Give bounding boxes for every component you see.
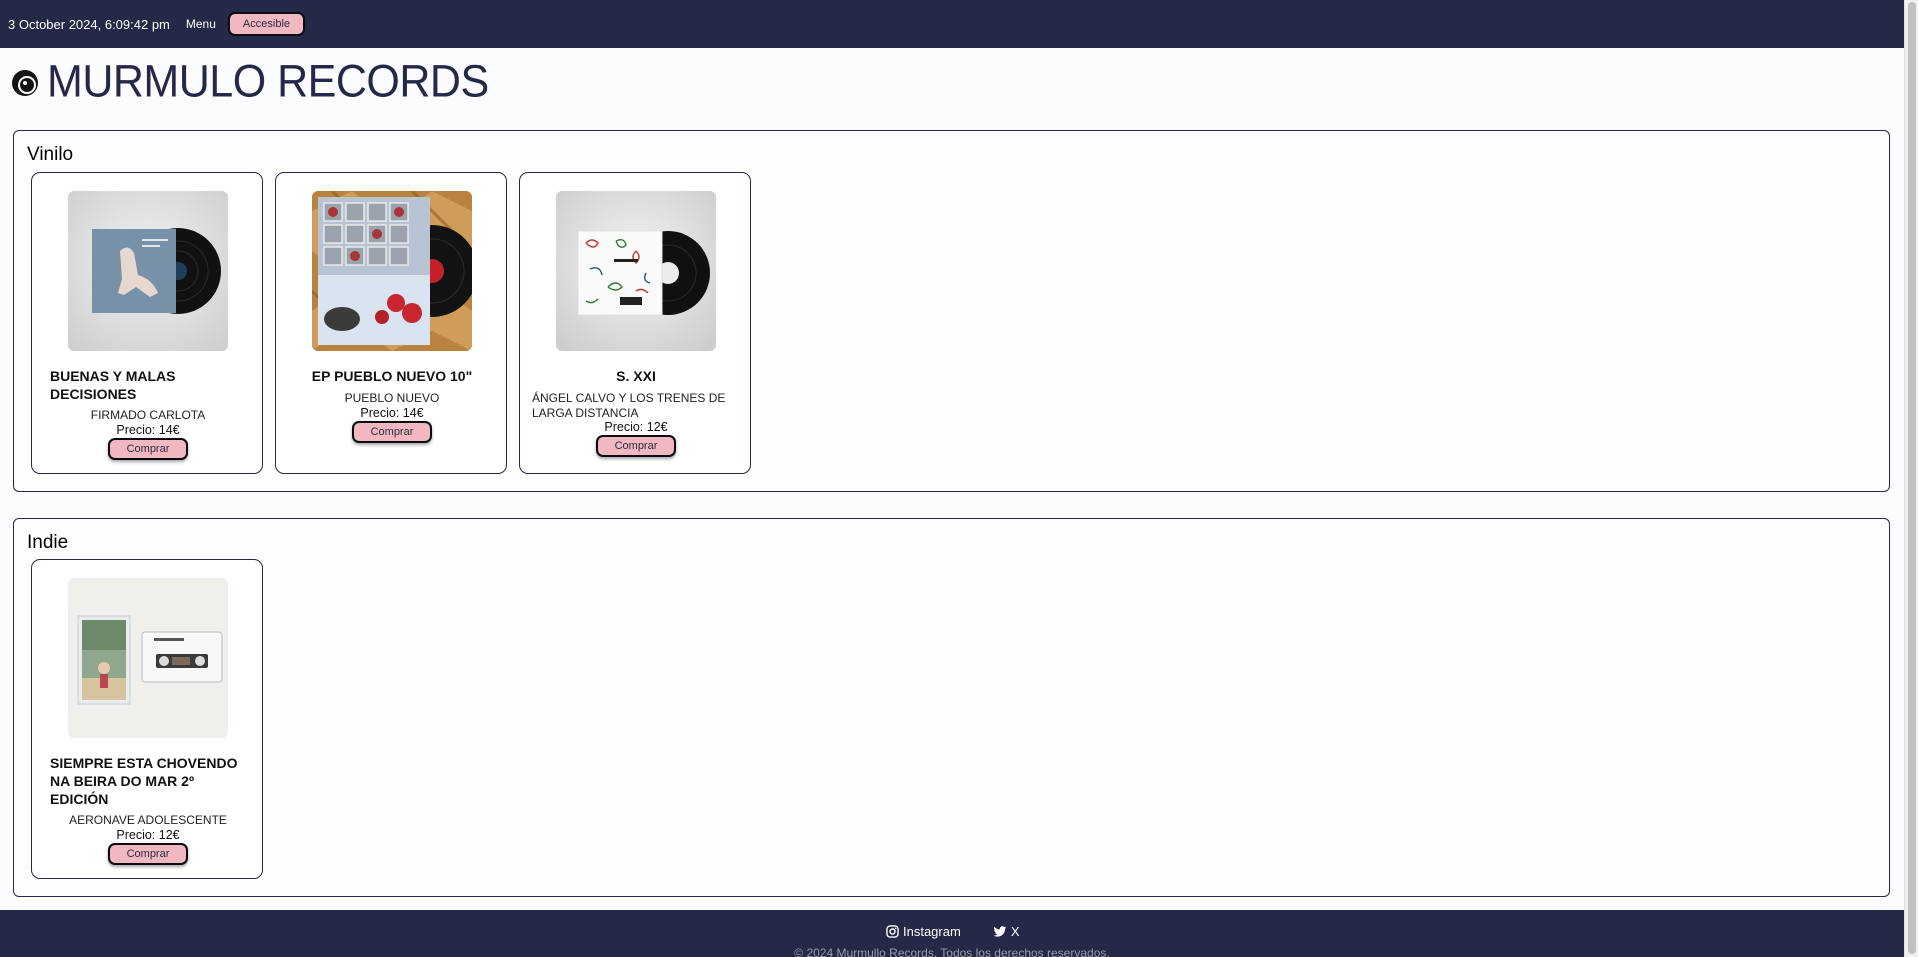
product-price: Precio: 14€ <box>360 406 424 420</box>
album-cover-image[interactable] <box>312 191 472 351</box>
instagram-icon <box>886 925 899 938</box>
product-card: EP PUEBLO NUEVO 10" PUEBLO NUEVO Precio:… <box>275 172 507 474</box>
social-links: Instagram X <box>886 924 1051 939</box>
album-cover-image[interactable] <box>68 191 228 351</box>
buy-button[interactable]: Comprar <box>352 421 432 443</box>
product-price: Precio: 12€ <box>116 828 180 842</box>
section-title: Indie <box>27 532 69 553</box>
instagram-link[interactable]: Instagram <box>886 924 961 939</box>
top-bar: 3 October 2024, 6:09:42 pm Menu Accesibl… <box>0 0 1904 48</box>
product-price: Precio: 12€ <box>604 420 668 434</box>
buy-button[interactable]: Comprar <box>596 435 676 457</box>
instagram-label: Instagram <box>903 924 961 939</box>
section-title: Vinilo <box>27 144 74 165</box>
product-name: EP PUEBLO NUEVO 10" <box>311 368 473 384</box>
x-label: X <box>1010 924 1020 939</box>
product-artist: PUEBLO NUEVO <box>344 391 440 405</box>
product-card: S. XXI ÁNGEL CALVO Y LOS TRENES DE LARGA… <box>519 172 751 474</box>
site-title: MURMULO RECORDS <box>47 56 489 108</box>
product-price: Precio: 14€ <box>116 423 180 437</box>
product-card: SIEMPRE ESTA CHOVENDO NA BEIRA DO MAR 2º… <box>31 559 263 879</box>
scrollbar-thumb[interactable] <box>1908 2 1916 954</box>
product-artist: ÁNGEL CALVO Y LOS TRENES DE LARGA DISTAN… <box>532 391 726 420</box>
product-card: BUENAS Y MALAS DECISIONES FIRMADO CARLOT… <box>31 172 263 474</box>
vinyl-record-icon <box>12 69 38 96</box>
buy-button[interactable]: Comprar <box>108 843 188 865</box>
page-scrollbar[interactable] <box>1904 0 1918 957</box>
x-link[interactable]: X <box>993 924 1020 939</box>
product-name: S. XXI <box>616 368 656 384</box>
section-indie: Indie SIEMPRE ESTA CHOVENDO NA BEIRA DO … <box>13 518 1890 897</box>
product-artist: AERONAVE ADOLESCENTE <box>69 813 227 827</box>
twitter-bird-icon <box>993 925 1007 937</box>
menu-link[interactable]: Menu <box>186 17 216 31</box>
site-header: MURMULO RECORDS <box>12 56 489 108</box>
product-name: SIEMPRE ESTA CHOVENDO NA BEIRA DO MAR 2º… <box>50 755 238 807</box>
accessible-mode-button[interactable]: Accesible <box>227 12 305 36</box>
current-datetime: 3 October 2024, 6:09:42 pm <box>8 16 170 32</box>
site-footer: Instagram X © 2024 Murmullo Records. Tod… <box>0 910 1904 957</box>
copyright-text: © 2024 Murmullo Records. Todos los derec… <box>794 946 1110 957</box>
product-name: BUENAS Y MALAS DECISIONES <box>50 368 176 402</box>
album-cover-image[interactable] <box>68 578 228 738</box>
album-cover-image[interactable] <box>556 191 716 351</box>
section-vinilo: Vinilo BUENAS Y MALAS DECISIONES FIRMADO… <box>13 130 1890 492</box>
buy-button[interactable]: Comprar <box>108 438 188 460</box>
product-artist: FIRMADO CARLOTA <box>90 408 206 422</box>
